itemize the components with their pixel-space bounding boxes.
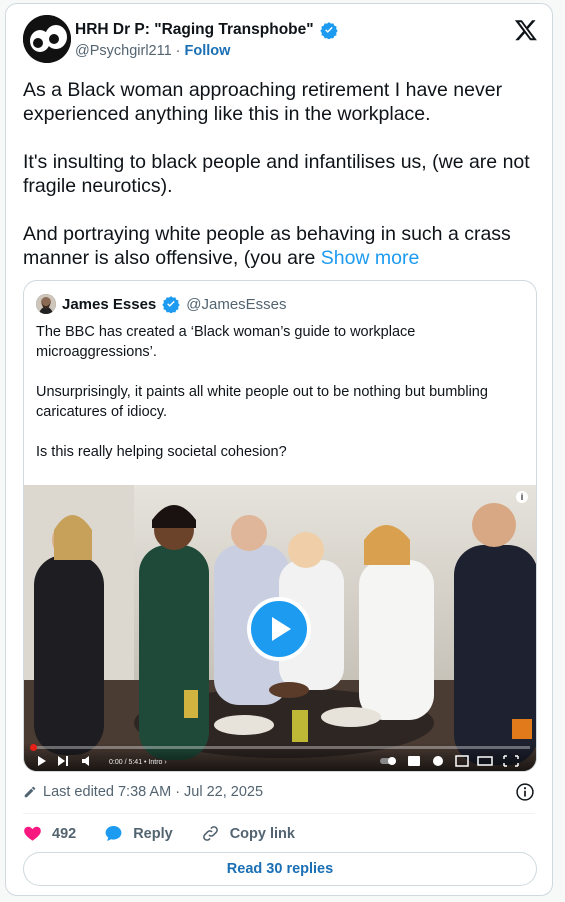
heart-icon (24, 826, 41, 841)
tweet-paragraph: As a Black woman approaching retirement … (23, 79, 503, 125)
video-player[interactable]: i 0:00 / 5:41 • Intro › (24, 485, 536, 771)
divider (23, 813, 535, 814)
like-button[interactable]: 492 (23, 824, 76, 843)
quoted-author-name[interactable]: James Esses (62, 296, 156, 313)
video-scrubber[interactable] (30, 744, 37, 751)
video-settings-icons[interactable] (378, 755, 528, 767)
tweet-card: HRH Dr P: "Raging Transphobe" @Psychgirl… (5, 3, 553, 896)
reply-label: Reply (133, 825, 173, 842)
video-time: 0:00 / 5:41 • Intro › (109, 759, 167, 766)
quoted-tweet[interactable]: James Esses @JamesEsses The BBC has crea… (23, 280, 537, 772)
read-replies-button[interactable]: Read 30 replies (23, 852, 537, 886)
play-button[interactable] (247, 597, 311, 661)
like-count: 492 (52, 825, 77, 842)
tweet-paragraph: And portraying white people as behaving … (23, 223, 511, 269)
tweet-text: As a Black woman approaching retirement … (23, 78, 533, 270)
verified-badge-icon (319, 22, 338, 39)
reply-bubble-icon (105, 825, 122, 842)
playback-controls-icon[interactable] (36, 755, 106, 767)
quoted-tweet-text: The BBC has created a ‘Black woman’s gui… (36, 322, 506, 462)
info-icon[interactable] (515, 782, 535, 802)
reply-button[interactable]: Reply (104, 824, 173, 843)
follow-button[interactable]: Follow (185, 43, 231, 59)
quoted-author-avatar[interactable] (36, 294, 56, 314)
play-icon (272, 617, 291, 641)
link-icon (202, 826, 218, 841)
author-handle[interactable]: @Psychgirl211 (75, 43, 172, 59)
quoted-paragraph: The BBC has created a ‘Black woman’s gui… (36, 324, 416, 360)
tweet-paragraph: It's insulting to black people and infan… (23, 151, 530, 197)
copy-link-button[interactable]: Copy link (201, 824, 295, 843)
edited-row[interactable]: Last edited 7:38 AM · Jul 22, 2025 (23, 784, 263, 800)
show-more-link[interactable]: Show more (321, 247, 420, 269)
author-avatar[interactable] (23, 15, 71, 63)
edited-timestamp[interactable]: Last edited 7:38 AM · Jul 22, 2025 (43, 784, 263, 800)
video-progress-bar[interactable] (32, 746, 530, 749)
video-controls: 0:00 / 5:41 • Intro › (24, 743, 536, 771)
handle-separator: · (175, 43, 181, 59)
quoted-paragraph: Unsurprisingly, it paints all white peop… (36, 384, 488, 420)
x-logo-icon[interactable] (514, 18, 538, 42)
author-name[interactable]: HRH Dr P: "Raging Transphobe" (75, 21, 314, 39)
video-info-icon[interactable]: i (516, 491, 528, 503)
verified-badge-icon (162, 296, 180, 313)
edit-pencil-icon (24, 786, 36, 798)
quoted-author-handle[interactable]: @JamesEsses (186, 296, 286, 313)
quoted-paragraph: Is this really helping societal cohesion… (36, 444, 287, 460)
action-bar: 492 Reply Copy link (23, 824, 323, 843)
copy-link-label: Copy link (229, 825, 295, 842)
